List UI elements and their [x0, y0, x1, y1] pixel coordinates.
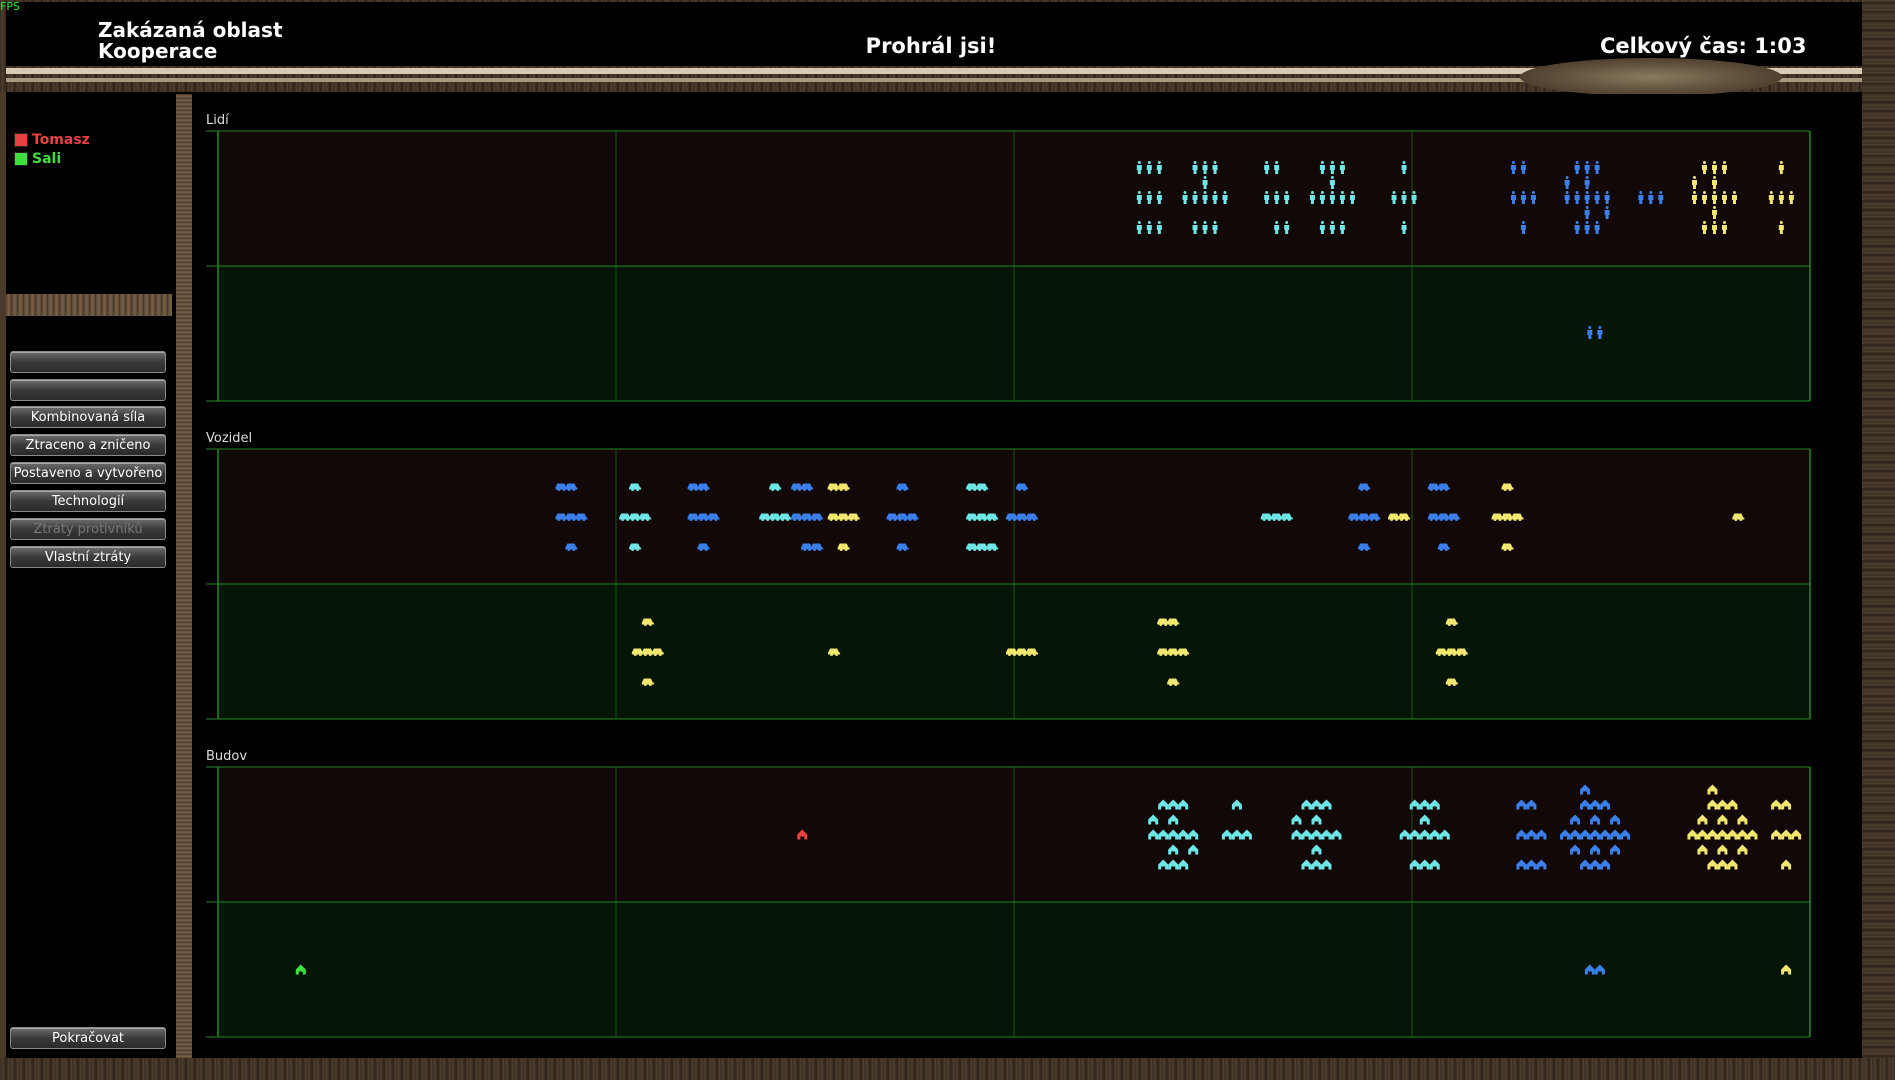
sidebar-separator	[6, 294, 172, 316]
chart-svg: 8121	[206, 448, 1811, 720]
chart-title-people: Lidí	[206, 113, 229, 128]
built-created-button[interactable]: Postaveno a vytvořeno	[10, 462, 166, 484]
total-time: Celkový čas: 1:03	[1600, 34, 1807, 58]
left-frame	[0, 92, 6, 1058]
continue-button[interactable]: Pokračovat	[10, 1027, 166, 1049]
combined-strength-button[interactable]: Kombinovaná síla	[10, 406, 166, 428]
right-frame	[1862, 0, 1895, 1080]
bottom-frame	[0, 1058, 1895, 1080]
fps-indicator: FPS	[0, 0, 20, 13]
player-color-swatch	[14, 132, 28, 147]
player-sali: Sali	[14, 149, 90, 168]
enemy-losses-button: Ztráty protivníků	[10, 518, 166, 540]
player-color-swatch	[14, 151, 28, 166]
lost-destroyed-button[interactable]: Ztraceno a zničeno	[10, 434, 166, 456]
buildings-chart: 1104	[206, 766, 1820, 1038]
chart-svg: 1202	[206, 130, 1811, 402]
wooden-log-decoration	[1520, 58, 1782, 96]
own-losses-button[interactable]: Vlastní ztráty	[10, 546, 166, 568]
chart-svg: 1104	[206, 766, 1811, 1038]
technology-button[interactable]: Technologií	[10, 490, 166, 512]
menu-button-blank-2[interactable]	[10, 379, 166, 401]
chart-title-buildings: Budov	[206, 749, 248, 764]
player-legend: Tomasz Sali	[14, 130, 90, 168]
game-result: Prohrál jsi!	[865, 34, 997, 58]
player-name: Tomasz	[32, 131, 90, 148]
player-name: Sali	[32, 150, 62, 167]
vehicles-chart: 8121	[206, 448, 1820, 720]
chart-title-vehicles: Vozidel	[206, 431, 253, 446]
sidebar-divider	[176, 94, 192, 1058]
menu-button-blank-1[interactable]	[10, 351, 166, 373]
player-tomasz: Tomasz	[14, 130, 90, 149]
people-chart: 1202	[206, 130, 1820, 402]
